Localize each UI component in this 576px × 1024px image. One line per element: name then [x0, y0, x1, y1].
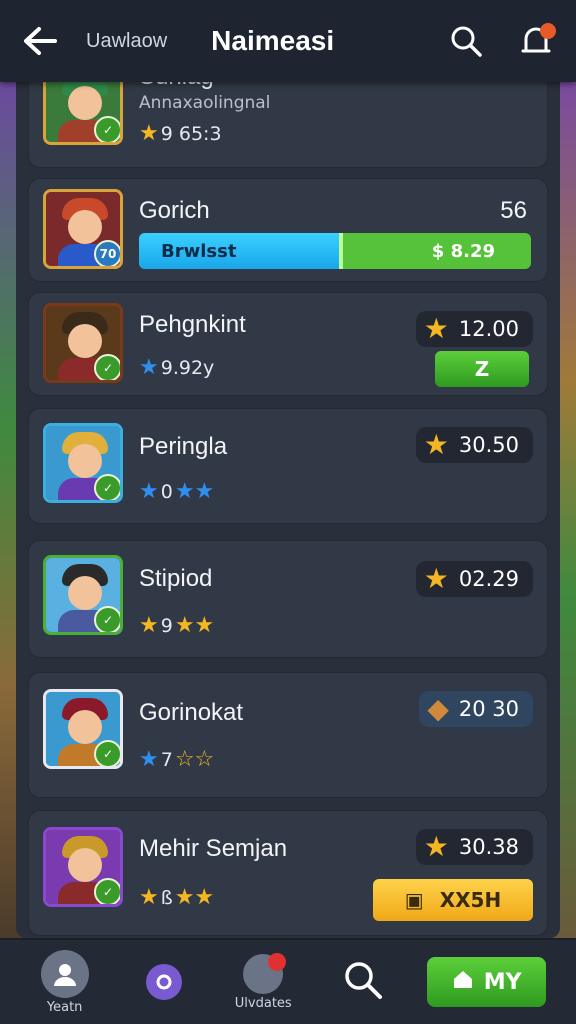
rating-value: 9.92y [160, 357, 215, 379]
character-card[interactable]: ✓ Pehgnkint ★ 9.92y ★ 12.00 Z [28, 292, 548, 396]
character-name: Peringla [139, 433, 228, 460]
star-icon: ★ [423, 830, 449, 863]
extra-stars-icon: ★★ [174, 479, 215, 504]
star-icon: ★ [139, 885, 159, 910]
character-rating: ★ ß ★★ [139, 885, 215, 910]
header-subtitle: Uawlaow [86, 29, 168, 52]
price-value: 30.38 [458, 835, 519, 859]
progress-value: $ 8.29 [431, 240, 495, 262]
level-badge-icon: ✓ [94, 740, 120, 766]
rating-value: 9 [160, 615, 173, 637]
character-name: Gorinokat [139, 699, 244, 726]
extra-stars-icon: ★★ [174, 885, 215, 910]
price-tag: ★ 12.00 [415, 311, 533, 347]
nav-updates-label: Ulvdates [234, 995, 292, 1011]
character-level: 56 [500, 197, 527, 224]
top-bar: Uawlaow Naimeasi [0, 0, 576, 82]
notification-bell-icon[interactable] [516, 21, 556, 61]
character-name: Mehir Semjan [139, 835, 288, 862]
character-avatar: ✓ [43, 555, 123, 635]
character-card[interactable]: ✓ Gorinokat ★ 7 ☆☆ ◆ 20 30 [28, 672, 548, 798]
level-badge-icon: ✓ [94, 878, 120, 904]
page-title: Naimeasi [211, 25, 335, 56]
level-badge-icon: ✓ [94, 474, 120, 500]
nav-profile-label: Yeatn [46, 999, 83, 1015]
purchase-button-label: XX5H [439, 888, 502, 912]
character-avatar: ✓ [43, 72, 123, 145]
search-icon[interactable] [446, 21, 486, 61]
action-button[interactable]: Z [435, 351, 529, 387]
progress-label: Brwlsst [161, 240, 237, 262]
rating-value: 0 [160, 481, 173, 503]
rating-value: 9 65:3 [160, 123, 222, 145]
character-list: ✓ Sunlag Annaxaolingnal ★ 9 65:3 70 Gori… [16, 72, 560, 938]
price-value: 20 30 [458, 697, 519, 721]
character-avatar: ✓ [43, 827, 123, 907]
character-card[interactable]: ✓ Mehir Semjan ★ ß ★★ ★ 30.38 ▣ XX5H [28, 810, 548, 936]
treasure-icon: ◆ [427, 692, 449, 725]
character-name: Stipiod [139, 565, 213, 592]
chest-icon: ▣ [404, 888, 424, 912]
price-tag: ★ 30.50 [415, 427, 533, 463]
nav-search[interactable] [328, 947, 397, 1017]
character-rating: ★ 0 ★★ [139, 479, 215, 504]
level-badge-icon: 70 [94, 240, 120, 266]
profile-icon [40, 949, 89, 998]
search-icon [342, 959, 384, 1005]
price-tag: ◆ 20 30 [419, 691, 533, 727]
nav-profile[interactable]: Yeatn [30, 947, 99, 1017]
back-arrow-icon[interactable] [20, 21, 60, 61]
character-avatar: ✓ [43, 423, 123, 503]
character-avatar: 70 [43, 189, 123, 269]
level-badge-icon: ✓ [94, 354, 120, 380]
star-icon: ★ [139, 121, 159, 146]
character-rating: ★ 9.92y [139, 355, 215, 380]
purchase-button[interactable]: ▣ XX5H [373, 879, 533, 921]
nav-shop[interactable] [129, 947, 198, 1017]
rating-value: 7 [160, 749, 173, 771]
extra-stars-icon: ★★ [174, 613, 215, 638]
star-icon: ★ [423, 312, 449, 345]
star-icon: ★ [139, 479, 159, 504]
notification-badge [540, 23, 556, 39]
star-icon: ★ [423, 562, 449, 595]
character-card[interactable]: ✓ Peringla ★ 0 ★★ ★ 30.50 [28, 408, 548, 524]
price-value: 12.00 [458, 317, 519, 341]
character-name: Gorich [139, 197, 210, 224]
bottom-nav: Yeatn Ulvdates MY [0, 938, 576, 1024]
price-tag: ★ 30.38 [415, 829, 533, 865]
character-rating: ★ 9 ★★ [139, 613, 215, 638]
star-icon: ★ [139, 613, 159, 638]
character-rating: ★ 7 ☆☆ [139, 747, 215, 772]
character-rating: ★ 9 65:3 [139, 121, 222, 146]
shop-icon [145, 964, 182, 1000]
character-card[interactable]: ✓ Sunlag Annaxaolingnal ★ 9 65:3 [28, 72, 548, 168]
price-tag: ★ 02.29 [415, 561, 533, 597]
price-value: 02.29 [458, 567, 519, 591]
extra-stars-icon: ☆☆ [174, 747, 215, 772]
play-button-label: MY [483, 969, 522, 995]
character-card[interactable]: ✓ Stipiod ★ 9 ★★ ★ 02.29 [28, 540, 548, 658]
progress-bar[interactable]: Brwlsst $ 8.29 [139, 233, 531, 269]
character-name: Pehgnkint [139, 311, 246, 338]
level-badge-icon: ✓ [94, 606, 120, 632]
star-icon: ★ [139, 355, 159, 380]
character-avatar: ✓ [43, 303, 123, 383]
updates-badge [267, 953, 286, 971]
character-avatar: ✓ [43, 689, 123, 769]
price-value: 30.50 [458, 433, 519, 457]
character-card[interactable]: 70 Gorich 56 Brwlsst $ 8.29 [28, 178, 548, 282]
character-subtitle: Annaxaolingnal [139, 93, 271, 113]
star-icon: ★ [423, 428, 449, 461]
nav-updates[interactable]: Ulvdates [229, 947, 298, 1017]
rating-value: ß [160, 887, 173, 909]
play-button[interactable]: MY [427, 957, 546, 1007]
home-icon [452, 968, 474, 996]
level-badge-icon: ✓ [94, 116, 120, 142]
star-icon: ★ [139, 747, 159, 772]
